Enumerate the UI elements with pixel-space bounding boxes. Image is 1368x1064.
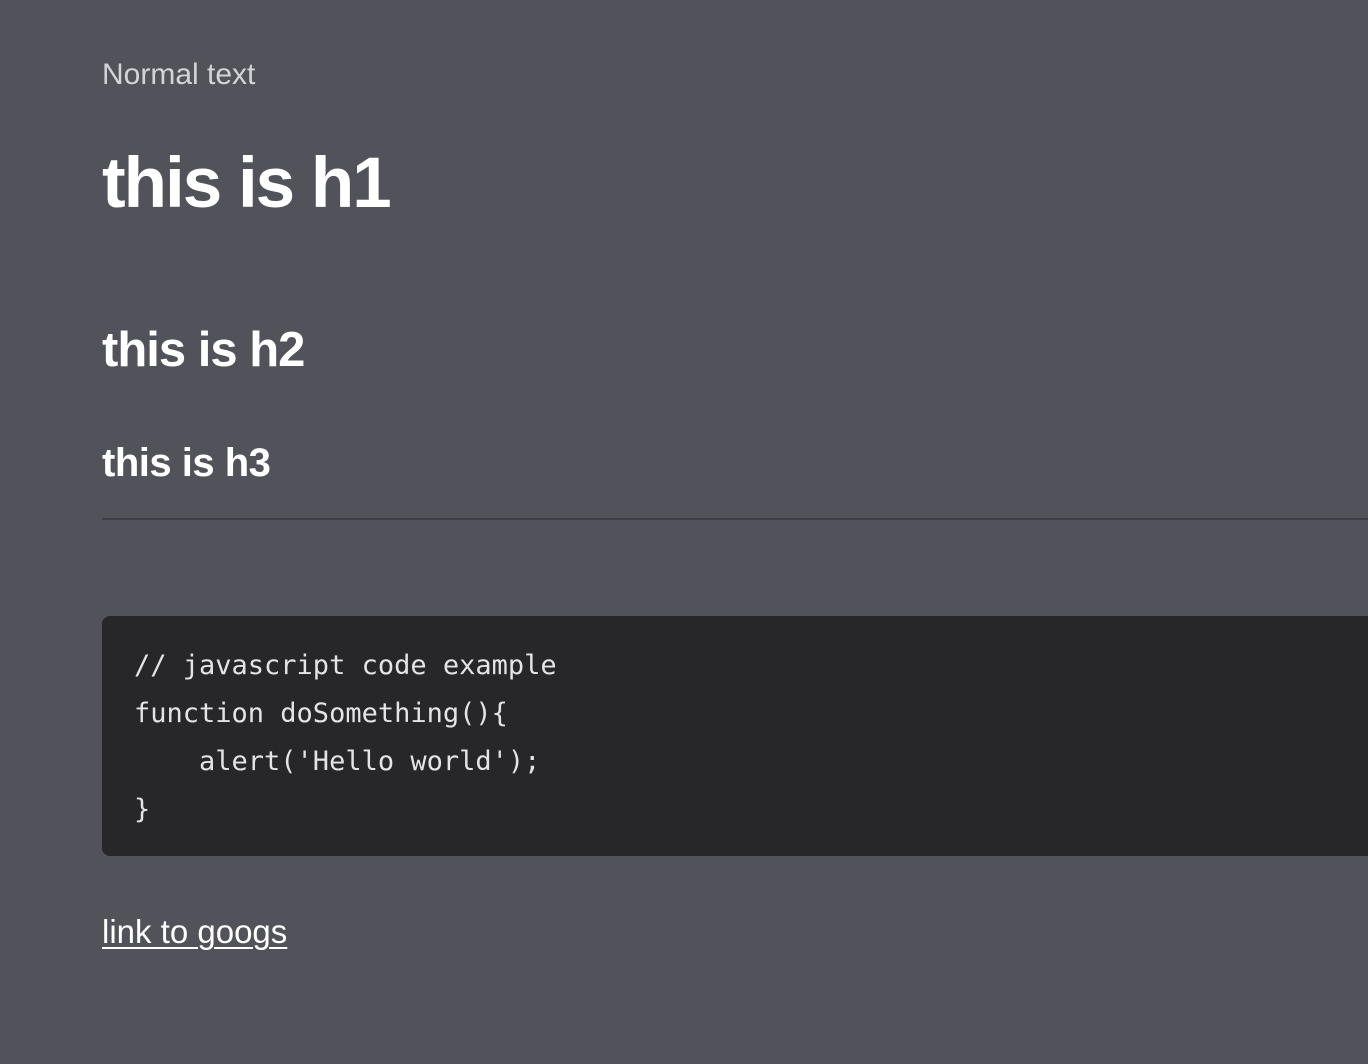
heading-2: this is h2	[102, 323, 305, 377]
code-line: alert('Hello world');	[134, 746, 541, 777]
heading-3: this is h3	[102, 441, 271, 485]
normal-text: Normal text	[102, 58, 256, 91]
code-line: function doSomething(){	[134, 698, 508, 729]
horizontal-divider	[102, 518, 1368, 520]
heading-1: this is h1	[102, 144, 392, 223]
link-to-googs[interactable]: link to googs	[102, 910, 287, 954]
code-line: // javascript code example	[134, 650, 557, 681]
code-block: // javascript code example function doSo…	[102, 616, 1368, 856]
code-line: }	[134, 794, 151, 825]
